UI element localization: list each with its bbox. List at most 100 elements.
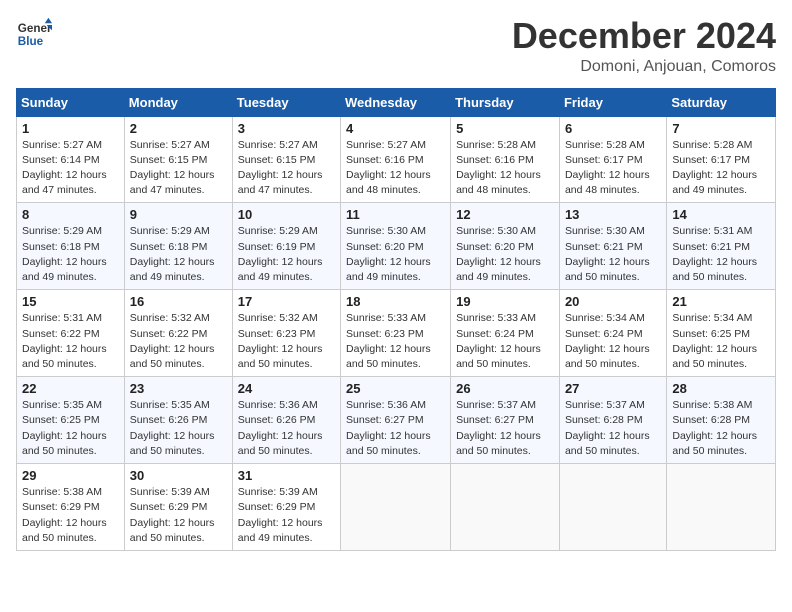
weekday-header-row: SundayMondayTuesdayWednesdayThursdayFrid…	[17, 88, 776, 116]
calendar-cell: 3Sunrise: 5:27 AMSunset: 6:15 PMDaylight…	[232, 116, 340, 203]
day-info: Sunrise: 5:37 AMSunset: 6:28 PMDaylight:…	[565, 398, 661, 459]
day-number: 20	[565, 294, 661, 309]
calendar-cell: 4 Sunrise: 5:27 AMSunset: 6:16 PMDaylight…	[341, 116, 451, 203]
calendar-cell: 19Sunrise: 5:33 AMSunset: 6:24 PMDayligh…	[451, 290, 560, 377]
day-number: 4	[346, 121, 445, 136]
day-number: 23	[130, 381, 227, 396]
calendar-cell: 27 Sunrise: 5:37 AMSunset: 6:28 PMDayligh…	[559, 377, 666, 464]
calendar-cell: 9 Sunrise: 5:29 AMSunset: 6:18 PMDaylight…	[124, 203, 232, 290]
day-info: Sunrise: 5:28 AMSunset: 6:16 PMDaylight:…	[456, 138, 554, 199]
logo-icon: General Blue	[16, 16, 52, 52]
day-number: 16	[130, 294, 227, 309]
day-info: Sunrise: 5:29 AMSunset: 6:18 PMDaylight:…	[22, 224, 119, 285]
day-info: Sunrise: 5:31 AMSunset: 6:21 PMDaylight:…	[672, 224, 770, 285]
day-number: 12	[456, 207, 554, 222]
calendar-cell: 11Sunrise: 5:30 AMSunset: 6:20 PMDayligh…	[341, 203, 451, 290]
weekday-header: Friday	[559, 88, 666, 116]
day-info: Sunrise: 5:29 AMSunset: 6:18 PMDaylight:…	[130, 224, 227, 285]
day-info: Sunrise: 5:39 AMSunset: 6:29 PMDaylight:…	[130, 485, 227, 546]
calendar-cell: 13 Sunrise: 5:30 AMSunset: 6:21 PMDayligh…	[559, 203, 666, 290]
calendar-cell: 21 Sunrise: 5:34 AMSunset: 6:25 PMDayligh…	[667, 290, 776, 377]
day-number: 25	[346, 381, 445, 396]
calendar-cell: 10 Sunrise: 5:29 AMSunset: 6:19 PMDayligh…	[232, 203, 340, 290]
calendar-cell: 23Sunrise: 5:35 AMSunset: 6:26 PMDayligh…	[124, 377, 232, 464]
day-info: Sunrise: 5:29 AMSunset: 6:19 PMDaylight:…	[238, 224, 335, 285]
day-number: 1	[22, 121, 119, 136]
day-number: 27	[565, 381, 661, 396]
calendar-cell: 5 Sunrise: 5:28 AMSunset: 6:16 PMDaylight…	[451, 116, 560, 203]
day-info: Sunrise: 5:36 AMSunset: 6:26 PMDaylight:…	[238, 398, 335, 459]
calendar-cell: 28 Sunrise: 5:38 AMSunset: 6:28 PMDayligh…	[667, 377, 776, 464]
day-info: Sunrise: 5:37 AMSunset: 6:27 PMDaylight:…	[456, 398, 554, 459]
day-info: Sunrise: 5:30 AMSunset: 6:20 PMDaylight:…	[456, 224, 554, 285]
calendar-week-row: 15 Sunrise: 5:31 AMSunset: 6:22 PMDayligh…	[17, 290, 776, 377]
day-number: 24	[238, 381, 335, 396]
calendar-cell	[559, 464, 666, 551]
weekday-header: Tuesday	[232, 88, 340, 116]
day-info: Sunrise: 5:33 AMSunset: 6:23 PMDaylight:…	[346, 311, 445, 372]
calendar-cell: 18 Sunrise: 5:33 AMSunset: 6:23 PMDayligh…	[341, 290, 451, 377]
calendar-week-row: 29 Sunrise: 5:38 AMSunset: 6:29 PMDayligh…	[17, 464, 776, 551]
calendar-body: 1 Sunrise: 5:27 AMSunset: 6:14 PMDaylight…	[17, 116, 776, 550]
calendar-cell: 25 Sunrise: 5:36 AMSunset: 6:27 PMDayligh…	[341, 377, 451, 464]
calendar-cell: 14 Sunrise: 5:31 AMSunset: 6:21 PMDayligh…	[667, 203, 776, 290]
location: Domoni, Anjouan, Comoros	[512, 58, 776, 76]
day-number: 2	[130, 121, 227, 136]
day-number: 29	[22, 468, 119, 483]
day-number: 18	[346, 294, 445, 309]
day-info: Sunrise: 5:27 AMSunset: 6:16 PMDaylight:…	[346, 138, 445, 199]
day-info: Sunrise: 5:28 AMSunset: 6:17 PMDaylight:…	[672, 138, 770, 199]
calendar-cell: 12 Sunrise: 5:30 AMSunset: 6:20 PMDayligh…	[451, 203, 560, 290]
day-number: 8	[22, 207, 119, 222]
day-number: 21	[672, 294, 770, 309]
day-number: 10	[238, 207, 335, 222]
calendar-cell: 17Sunrise: 5:32 AMSunset: 6:23 PMDayligh…	[232, 290, 340, 377]
calendar-cell: 16Sunrise: 5:32 AMSunset: 6:22 PMDayligh…	[124, 290, 232, 377]
day-info: Sunrise: 5:34 AMSunset: 6:25 PMDaylight:…	[672, 311, 770, 372]
calendar-cell: 30 Sunrise: 5:39 AMSunset: 6:29 PMDayligh…	[124, 464, 232, 551]
calendar-cell: 15 Sunrise: 5:31 AMSunset: 6:22 PMDayligh…	[17, 290, 125, 377]
day-number: 15	[22, 294, 119, 309]
day-number: 5	[456, 121, 554, 136]
calendar-cell: 6Sunrise: 5:28 AMSunset: 6:17 PMDaylight…	[559, 116, 666, 203]
day-number: 7	[672, 121, 770, 136]
page-header: General Blue December 2024 Domoni, Anjou…	[16, 16, 776, 76]
day-info: Sunrise: 5:27 AMSunset: 6:14 PMDaylight:…	[22, 138, 119, 199]
calendar-week-row: 22Sunrise: 5:35 AMSunset: 6:25 PMDayligh…	[17, 377, 776, 464]
day-number: 28	[672, 381, 770, 396]
calendar-table: SundayMondayTuesdayWednesdayThursdayFrid…	[16, 88, 776, 551]
svg-text:General: General	[18, 22, 52, 35]
day-number: 17	[238, 294, 335, 309]
day-number: 3	[238, 121, 335, 136]
day-number: 26	[456, 381, 554, 396]
day-number: 30	[130, 468, 227, 483]
calendar-cell	[667, 464, 776, 551]
day-number: 11	[346, 207, 445, 222]
calendar-cell: 8 Sunrise: 5:29 AMSunset: 6:18 PMDaylight…	[17, 203, 125, 290]
day-number: 31	[238, 468, 335, 483]
day-info: Sunrise: 5:38 AMSunset: 6:28 PMDaylight:…	[672, 398, 770, 459]
day-info: Sunrise: 5:36 AMSunset: 6:27 PMDaylight:…	[346, 398, 445, 459]
calendar-week-row: 1 Sunrise: 5:27 AMSunset: 6:14 PMDaylight…	[17, 116, 776, 203]
day-number: 6	[565, 121, 661, 136]
day-number: 14	[672, 207, 770, 222]
calendar-cell: 22Sunrise: 5:35 AMSunset: 6:25 PMDayligh…	[17, 377, 125, 464]
calendar-cell: 2Sunrise: 5:27 AMSunset: 6:15 PMDaylight…	[124, 116, 232, 203]
month-title: December 2024	[512, 16, 776, 56]
day-number: 22	[22, 381, 119, 396]
calendar-cell	[341, 464, 451, 551]
day-info: Sunrise: 5:31 AMSunset: 6:22 PMDaylight:…	[22, 311, 119, 372]
svg-text:Blue: Blue	[18, 35, 44, 48]
weekday-header: Monday	[124, 88, 232, 116]
day-info: Sunrise: 5:38 AMSunset: 6:29 PMDaylight:…	[22, 485, 119, 546]
calendar-cell: 31 Sunrise: 5:39 AMSunset: 6:29 PMDayligh…	[232, 464, 340, 551]
day-number: 13	[565, 207, 661, 222]
day-info: Sunrise: 5:39 AMSunset: 6:29 PMDaylight:…	[238, 485, 335, 546]
day-number: 9	[130, 207, 227, 222]
calendar-cell: 1 Sunrise: 5:27 AMSunset: 6:14 PMDaylight…	[17, 116, 125, 203]
title-block: December 2024 Domoni, Anjouan, Comoros	[512, 16, 776, 76]
day-info: Sunrise: 5:30 AMSunset: 6:21 PMDaylight:…	[565, 224, 661, 285]
calendar-cell: 7 Sunrise: 5:28 AMSunset: 6:17 PMDaylight…	[667, 116, 776, 203]
weekday-header: Sunday	[17, 88, 125, 116]
weekday-header: Thursday	[451, 88, 560, 116]
